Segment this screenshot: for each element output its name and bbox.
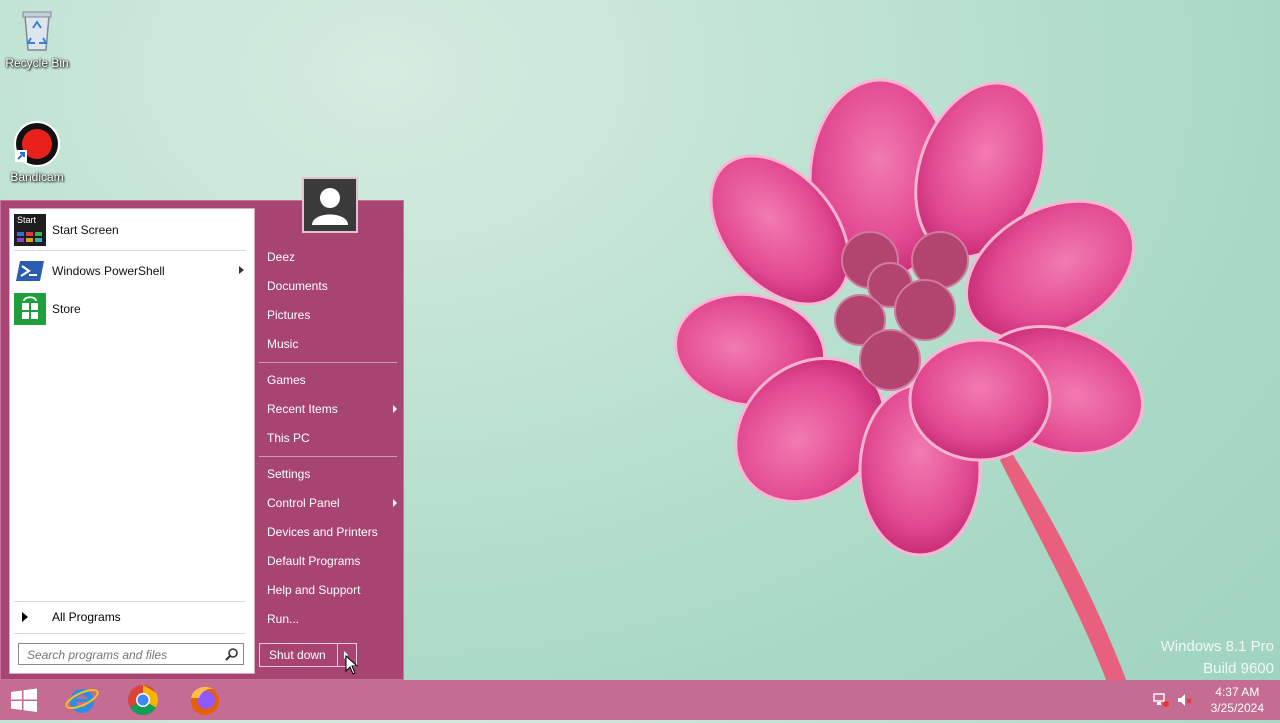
menu-item-label: Games [267, 373, 306, 387]
menu-item-documents[interactable]: Documents [267, 274, 397, 298]
arrow-right-icon [22, 612, 28, 622]
wallpaper-flower [674, 78, 1144, 690]
network-icon[interactable] [1152, 692, 1170, 708]
mouse-cursor-icon [345, 655, 359, 675]
taskbar-firefox[interactable] [175, 680, 235, 720]
taskbar: 4:37 AM 3/25/2024 [0, 680, 1280, 720]
menu-item-label: Devices and Printers [267, 525, 378, 539]
menu-item-label: Run... [267, 612, 300, 626]
program-label: Store [52, 302, 81, 316]
watermark-build: Build 9600 [1203, 660, 1274, 677]
separator [14, 633, 246, 634]
recycle-bin-icon [13, 6, 61, 54]
search-icon[interactable] [225, 647, 239, 661]
separator [14, 250, 246, 251]
menu-item-label: Documents [267, 279, 328, 293]
bandicam-icon [13, 120, 61, 168]
program-store[interactable]: Store [14, 292, 250, 326]
menu-item-help-and-support[interactable]: Help and Support [267, 578, 397, 602]
windows-start-icon [11, 688, 37, 712]
program-label: Windows PowerShell [52, 264, 165, 278]
menu-item-devices-and-printers[interactable]: Devices and Printers [267, 520, 397, 544]
taskbar-chrome[interactable] [113, 680, 173, 720]
menu-item-this-pc[interactable]: This PC [267, 426, 397, 450]
clock-date: 3/25/2024 [1210, 701, 1264, 715]
program-windows-powershell[interactable]: Windows PowerShell [14, 254, 250, 288]
store-icon [14, 293, 46, 325]
menu-item-label: Settings [267, 467, 311, 481]
start-menu-programs-pane: Start Start Screen Windows PowerShell St… [9, 208, 255, 674]
search-input[interactable] [25, 645, 219, 665]
menu-item-settings[interactable]: Settings [267, 462, 397, 486]
start-screen-icon-text: Start [17, 215, 37, 225]
windows-watermark: Windows 8.1 Pro Build 9600 [1161, 636, 1274, 680]
menu-item-pictures[interactable]: Pictures [267, 303, 397, 327]
search-box[interactable] [18, 643, 244, 665]
submenu-arrow-icon[interactable] [239, 266, 244, 274]
desktop-icon-label: Recycle Bin [5, 56, 69, 70]
taskbar-clock[interactable]: 4:37 AM 3/25/2024 [1211, 684, 1264, 716]
powershell-icon [14, 255, 46, 287]
all-programs-button[interactable]: All Programs [18, 607, 248, 627]
menu-item-label: Help and Support [267, 583, 361, 597]
desktop-icon-recycle-bin[interactable]: Recycle Bin [0, 6, 74, 70]
start-menu: Start Start Screen Windows PowerShell St… [0, 177, 404, 681]
all-programs-label: All Programs [52, 610, 121, 624]
start-screen-icon: Start [14, 214, 46, 246]
user-avatar-icon[interactable] [302, 177, 358, 233]
menu-item-label: Default Programs [267, 554, 361, 568]
taskbar-start-button[interactable] [0, 680, 48, 720]
internet-explorer-icon [65, 688, 99, 713]
menu-item-recent-items[interactable]: Recent Items [267, 397, 397, 421]
separator [259, 362, 397, 363]
clock-time: 4:37 AM [1215, 685, 1260, 699]
menu-item-music[interactable]: Music [267, 332, 397, 356]
separator [14, 601, 246, 602]
submenu-arrow-icon [393, 405, 397, 413]
menu-item-label: Control Panel [267, 496, 340, 510]
start-menu-places-pane: Deez Documents Pictures Music Games Rece… [259, 177, 403, 681]
menu-item-label: Deez [267, 250, 296, 264]
menu-item-games[interactable]: Games [267, 368, 397, 392]
menu-item-label: This PC [267, 431, 310, 445]
shutdown-button[interactable]: Shut down [260, 644, 337, 666]
menu-item-label: Pictures [267, 308, 311, 322]
watermark-edition: Windows 8.1 Pro [1160, 638, 1274, 655]
taskbar-internet-explorer[interactable] [52, 680, 112, 720]
menu-item-deez[interactable]: Deez [267, 245, 397, 269]
separator [259, 456, 397, 457]
program-start-screen[interactable]: Start Start Screen [14, 213, 250, 247]
menu-item-label: Music [267, 337, 299, 351]
shutdown-control: Shut down [259, 643, 357, 667]
menu-item-default-programs[interactable]: Default Programs [267, 549, 397, 573]
firefox-icon [191, 686, 219, 715]
program-label: Start Screen [52, 223, 119, 237]
menu-item-run[interactable]: Run... [267, 607, 397, 631]
desktop-icon-bandicam[interactable]: Bandicam [0, 120, 74, 184]
menu-item-control-panel[interactable]: Control Panel [267, 491, 397, 515]
volume-muted-icon[interactable] [1176, 692, 1194, 708]
chrome-icon [128, 685, 159, 716]
menu-item-label: Recent Items [267, 402, 338, 416]
submenu-arrow-icon [393, 499, 397, 507]
desktop-icon-label: Bandicam [10, 170, 64, 184]
